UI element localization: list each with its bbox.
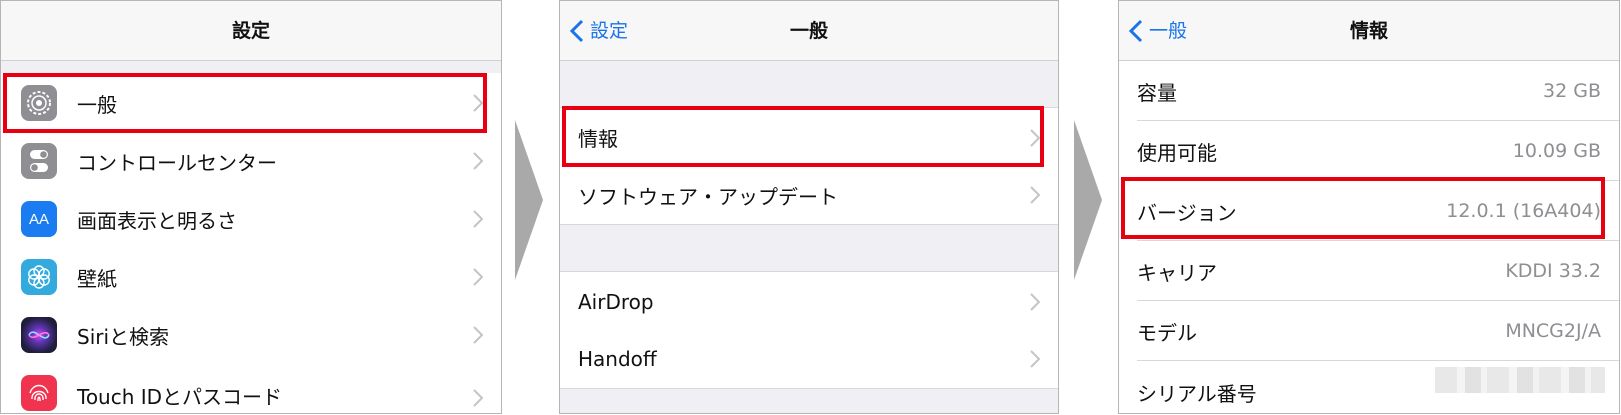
about-row-capacity: 容量 32 GB	[1119, 61, 1619, 121]
chevron-right-icon	[1030, 293, 1040, 311]
about-row-label: シリアル番号	[1137, 382, 1257, 406]
chevron-right-icon	[1030, 129, 1040, 147]
chevron-right-icon	[473, 152, 483, 170]
general-item-label: Handoff	[578, 347, 657, 371]
general-item-label: 情報	[578, 127, 618, 151]
chevron-right-icon	[473, 94, 483, 112]
fingerprint-icon	[21, 375, 57, 411]
next-step-arrow-icon	[1074, 120, 1102, 280]
settings-item-wallpaper[interactable]: 壁紙	[1, 247, 501, 307]
navigation-bar: 設定	[1, 1, 501, 61]
settings-panel: 設定 一般 コントロールセンター AA 画面表示と明るさ 壁紙 Siriと検索 …	[0, 0, 502, 414]
flower-icon	[21, 259, 57, 295]
page-title: 情報	[1349, 20, 1388, 42]
about-row-value: 10.09 GB	[1512, 140, 1601, 162]
general-panel: 一般 設定 情報 ソフトウェア・アップデート AirDrop Handoff	[559, 0, 1059, 414]
settings-item-control-center[interactable]: コントロールセンター	[1, 131, 501, 191]
gear-icon	[21, 85, 57, 121]
settings-item-siri-search[interactable]: Siriと検索	[1, 305, 501, 365]
back-button[interactable]: 一般	[1129, 1, 1187, 61]
about-row-value: MNCG2J/A	[1505, 320, 1601, 342]
general-item-handoff[interactable]: Handoff	[560, 329, 1058, 389]
general-item-label: AirDrop	[578, 289, 654, 314]
chevron-left-icon	[1129, 19, 1143, 43]
about-row-carrier: キャリア KDDI 33.2	[1119, 241, 1619, 301]
section-gap	[560, 61, 1058, 107]
toggle-switch-icon	[21, 143, 57, 179]
about-row-label: 容量	[1137, 80, 1177, 105]
back-button-label: 一般	[1149, 20, 1188, 42]
settings-item-label: Siriと検索	[77, 324, 170, 349]
about-row-label: 使用可能	[1137, 140, 1217, 165]
back-button-label: 設定	[590, 20, 629, 42]
about-row-available: 使用可能 10.09 GB	[1119, 121, 1619, 181]
chevron-right-icon	[473, 326, 483, 344]
page-title: 一般	[789, 20, 828, 42]
settings-item-label: コントロールセンター	[77, 150, 277, 175]
about-row-model: モデル MNCG2J/A	[1119, 301, 1619, 361]
general-item-airdrop[interactable]: AirDrop	[560, 271, 1058, 331]
settings-item-label: Touch IDとパスコード	[77, 385, 283, 409]
settings-item-label: 一般	[77, 92, 117, 117]
next-step-arrow-icon	[515, 120, 543, 280]
settings-item-touch-id-passcode[interactable]: Touch IDとパスコード	[1, 363, 501, 413]
about-row-label: バージョン	[1137, 200, 1237, 225]
chevron-left-icon	[570, 19, 584, 43]
settings-item-general[interactable]: 一般	[1, 73, 501, 133]
navigation-bar: 一般 設定	[560, 1, 1058, 61]
settings-item-display-brightness[interactable]: AA 画面表示と明るさ	[1, 189, 501, 249]
siri-icon	[21, 317, 57, 353]
about-row-label: モデル	[1137, 320, 1197, 345]
settings-item-label: 壁紙	[77, 266, 117, 291]
back-button[interactable]: 設定	[570, 1, 628, 61]
about-panel: 情報 一般 容量 32 GB 使用可能 10.09 GB バージョン 12.0.…	[1118, 0, 1620, 414]
navigation-bar: 情報 一般	[1119, 1, 1619, 61]
general-item-software-update[interactable]: ソフトウェア・アップデート	[560, 165, 1058, 225]
section-gap	[560, 389, 1058, 413]
page-title: 設定	[231, 20, 270, 42]
chevron-right-icon	[1030, 350, 1040, 368]
chevron-right-icon	[473, 389, 483, 407]
about-row-value: 32 GB	[1543, 80, 1601, 102]
about-row-version: バージョン 12.0.1 (16A404)	[1119, 181, 1619, 241]
general-item-about[interactable]: 情報	[560, 107, 1058, 167]
settings-item-label: 画面表示と明るさ	[77, 208, 237, 233]
section-gap	[560, 225, 1058, 271]
redacted-serial-value	[1435, 367, 1605, 393]
about-row-label: キャリア	[1137, 260, 1217, 285]
about-row-value: KDDI 33.2	[1505, 260, 1601, 282]
chevron-right-icon	[473, 210, 483, 228]
section-gap	[1, 61, 501, 73]
chevron-right-icon	[473, 268, 483, 286]
text-size-icon: AA	[21, 201, 57, 237]
general-item-label: ソフトウェア・アップデート	[578, 184, 838, 209]
about-row-value: 12.0.1 (16A404)	[1446, 200, 1601, 222]
chevron-right-icon	[1030, 186, 1040, 204]
